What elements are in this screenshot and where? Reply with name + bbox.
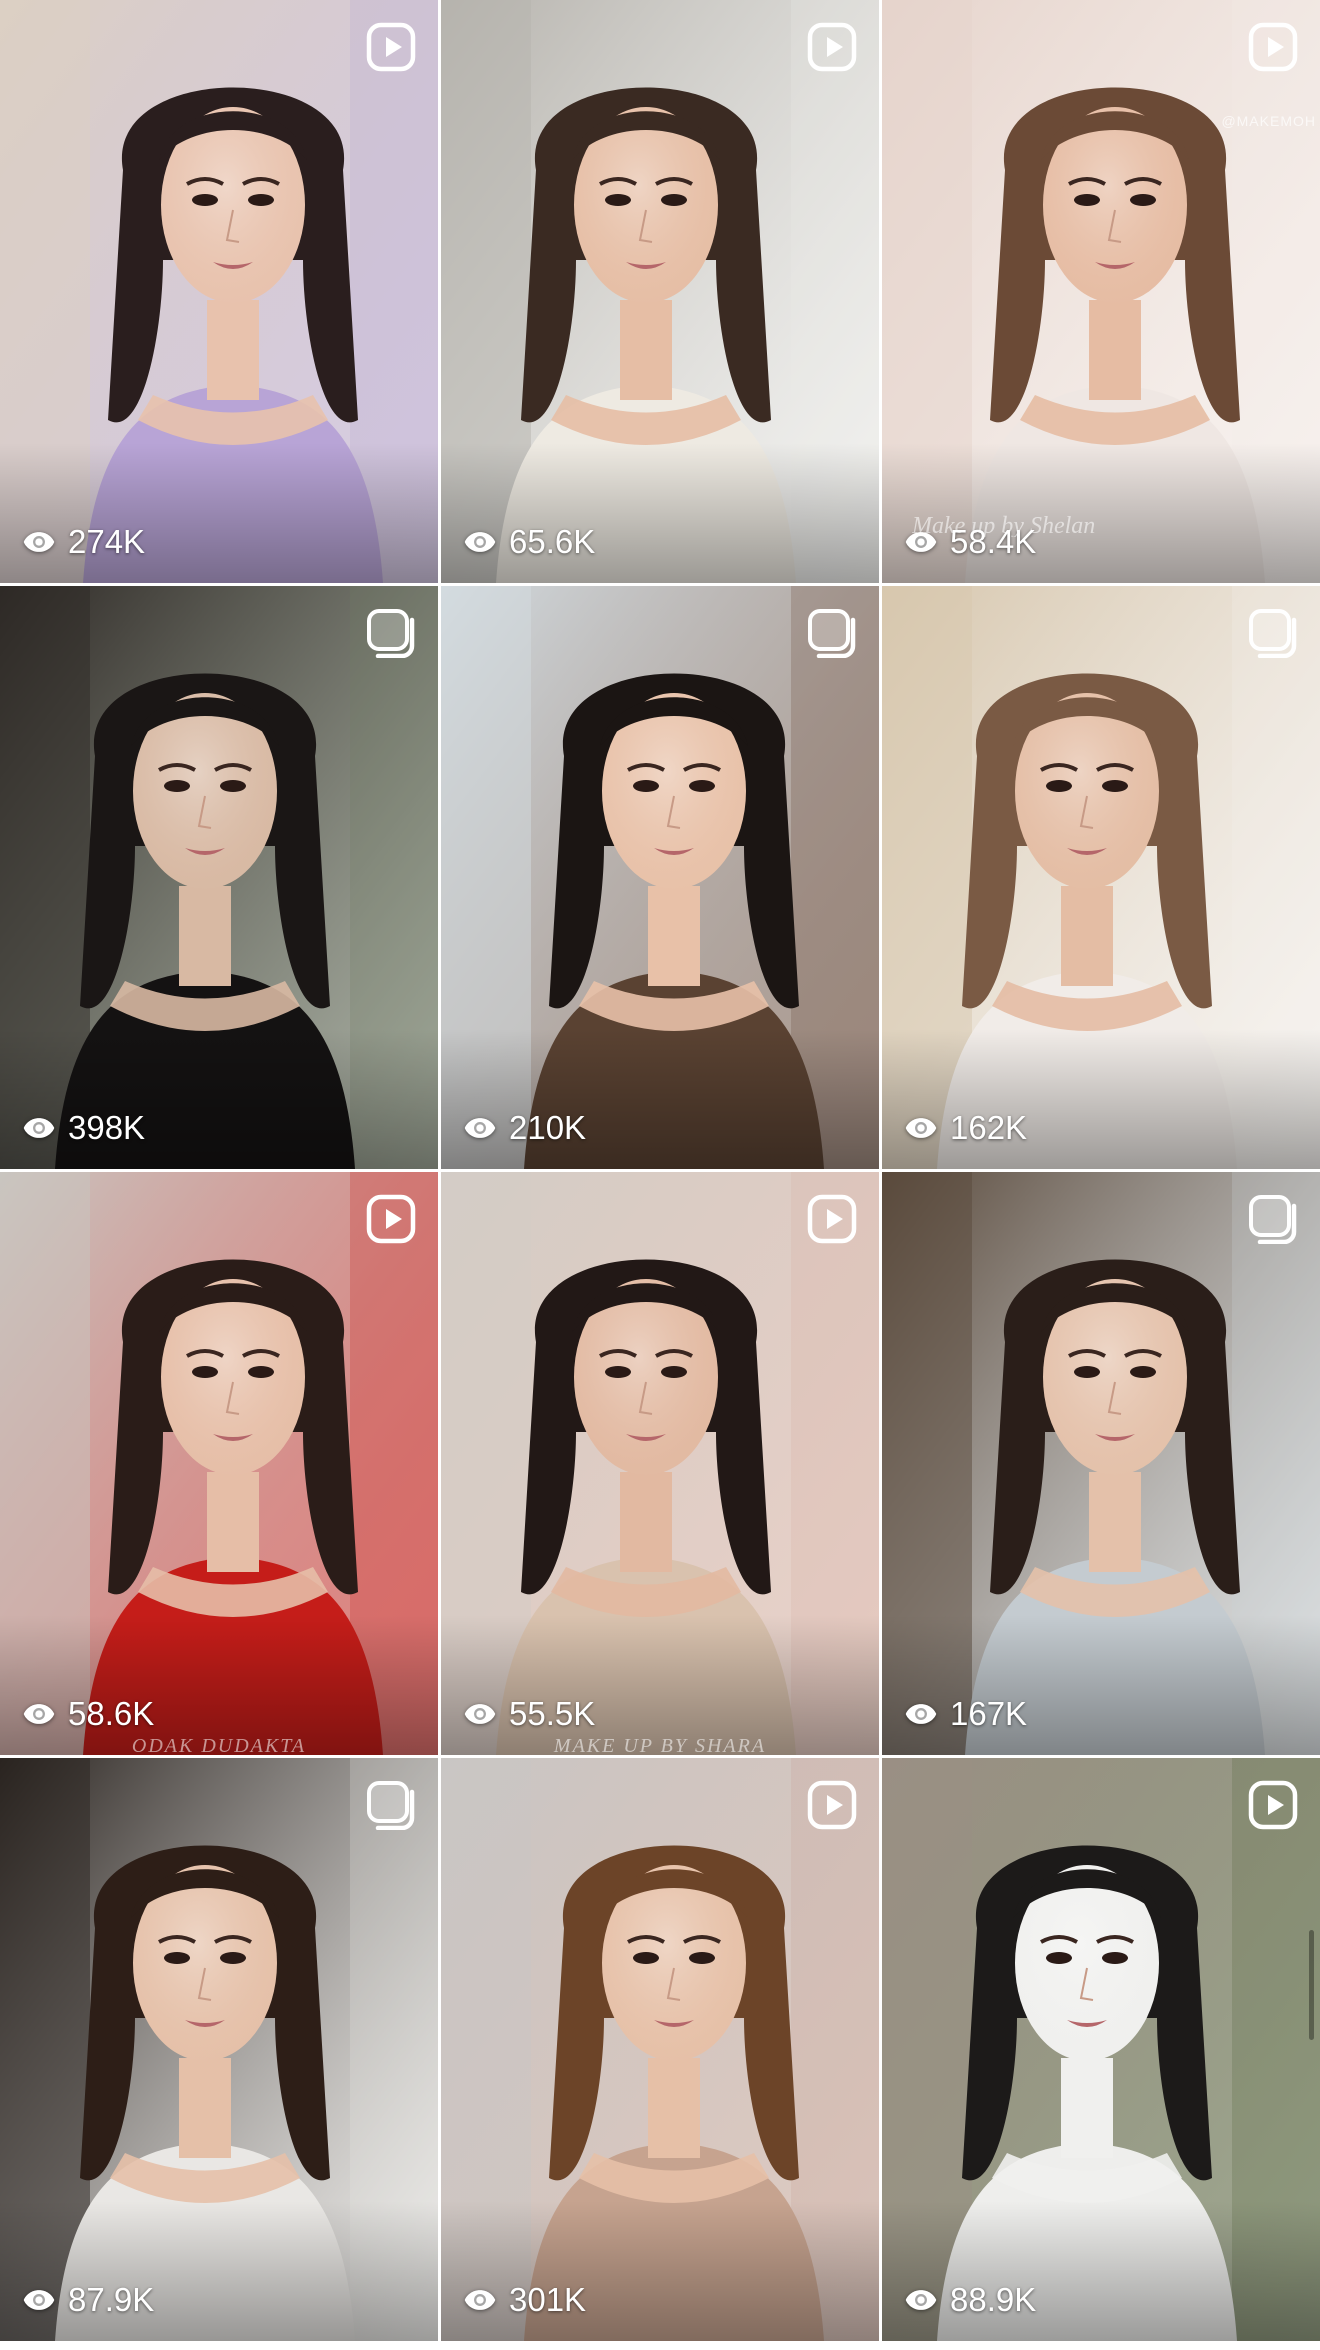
view-count: 162K [904, 1109, 1027, 1147]
watermark-handle: @MAKEMOH [1221, 113, 1316, 129]
view-count-text: 162K [950, 1109, 1028, 1146]
reel-tile-12[interactable]: 88.9K [882, 1758, 1320, 2341]
reel-thumbnail [882, 586, 1320, 1169]
reel-tile-6[interactable]: 162K [882, 586, 1320, 1169]
view-count-text: 88.9K [950, 2281, 1037, 2318]
reels-grid: 274K 65.6K 58.4K Make up by Shelan @MAKE… [0, 0, 1320, 2350]
eye-icon [463, 525, 497, 559]
view-count: 167K [904, 1695, 1027, 1733]
eye-icon [463, 2283, 497, 2317]
reel-tile-4[interactable]: 398K [0, 586, 438, 1169]
view-count: 88.9K [904, 2281, 1036, 2319]
reel-thumbnail [882, 1172, 1320, 1755]
reel-tile-11[interactable]: 301K [441, 1758, 879, 2341]
eye-icon [463, 1111, 497, 1145]
view-count-text: 210K [509, 1109, 587, 1146]
scrollbar[interactable] [1309, 1930, 1314, 2040]
clip-badge-icon [366, 1780, 416, 1830]
reel-thumbnail [441, 586, 879, 1169]
view-count-text: 87.9K [68, 2281, 155, 2318]
video-caption: MAKE UP BY SHARA [553, 1735, 767, 1755]
reel-thumbnail [441, 1758, 879, 2341]
play-badge-icon [1248, 1780, 1298, 1830]
play-badge-icon [807, 1194, 857, 1244]
view-count-text: 55.5K [509, 1695, 596, 1732]
eye-icon [904, 1697, 938, 1731]
clip-badge-icon [366, 608, 416, 658]
reel-tile-5[interactable]: 210K [441, 586, 879, 1169]
video-caption: Make up by Shelan [912, 515, 1096, 537]
play-badge-icon [807, 22, 857, 72]
reel-tile-3[interactable]: 58.4K Make up by Shelan @MAKEMOH [882, 0, 1320, 583]
view-count-text: 274K [68, 523, 146, 560]
view-count: 55.5K [463, 1695, 595, 1733]
reel-thumbnail [441, 0, 879, 583]
clip-badge-icon [1248, 608, 1298, 658]
reel-tile-2[interactable]: 65.6K [441, 0, 879, 583]
reel-thumbnail [0, 1172, 438, 1755]
reel-thumbnail [0, 1758, 438, 2341]
play-badge-icon [1248, 22, 1298, 72]
reel-thumbnail [882, 0, 1320, 583]
eye-icon [463, 1697, 497, 1731]
view-count: 274K [22, 523, 145, 561]
view-count: 58.6K [22, 1695, 154, 1733]
view-count: 87.9K [22, 2281, 154, 2319]
view-count-text: 301K [509, 2281, 587, 2318]
clip-badge-icon [807, 608, 857, 658]
eye-icon [22, 1697, 56, 1731]
reel-thumbnail [882, 1758, 1320, 2341]
view-count: 210K [463, 1109, 586, 1147]
play-badge-icon [366, 22, 416, 72]
view-count: 301K [463, 2281, 586, 2319]
reel-tile-7[interactable]: 58.6K ODAK DUDAKTA [0, 1172, 438, 1755]
clip-badge-icon [1248, 1194, 1298, 1244]
video-caption: ODAK DUDAKTA [131, 1735, 307, 1755]
view-count-text: 65.6K [509, 523, 596, 560]
play-badge-icon [366, 1194, 416, 1244]
eye-icon [22, 525, 56, 559]
reel-tile-9[interactable]: 167K [882, 1172, 1320, 1755]
reel-thumbnail [441, 1172, 879, 1755]
eye-icon [904, 1111, 938, 1145]
eye-icon [904, 2283, 938, 2317]
reel-thumbnail [0, 0, 438, 583]
eye-icon [22, 1111, 56, 1145]
view-count-text: 167K [950, 1695, 1028, 1732]
eye-icon [22, 2283, 56, 2317]
view-count-text: 58.6K [68, 1695, 155, 1732]
reel-thumbnail [0, 586, 438, 1169]
play-badge-icon [807, 1780, 857, 1830]
reel-tile-10[interactable]: 87.9K [0, 1758, 438, 2341]
view-count: 65.6K [463, 523, 595, 561]
reel-tile-1[interactable]: 274K [0, 0, 438, 583]
reel-tile-8[interactable]: 55.5K MAKE UP BY SHARA [441, 1172, 879, 1755]
view-count-text: 398K [68, 1109, 146, 1146]
view-count: 398K [22, 1109, 145, 1147]
